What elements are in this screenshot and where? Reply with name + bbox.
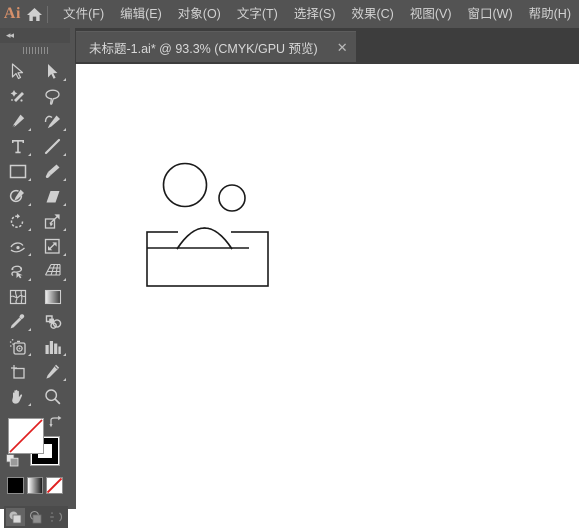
color-mode-button[interactable] xyxy=(7,477,24,494)
grip-icon xyxy=(22,46,48,54)
flyout-indicator xyxy=(28,128,31,131)
menu-item-window[interactable]: 窗口(W) xyxy=(460,0,521,28)
direct-selection-tool[interactable] xyxy=(35,59,70,84)
gradient-tool[interactable] xyxy=(35,284,70,309)
small-circle[interactable] xyxy=(218,184,246,212)
scale-tool[interactable] xyxy=(35,209,70,234)
menu-item-help[interactable]: 帮助(H) xyxy=(521,0,579,28)
line-segment-tool[interactable] xyxy=(35,134,70,159)
menu-item-object[interactable]: 对象(O) xyxy=(170,0,229,28)
collapse-icon: ◂◂ xyxy=(6,30,14,40)
app-logo: Ai xyxy=(3,5,21,22)
lasso-tool[interactable] xyxy=(35,84,70,109)
menu-item-list: 文件(F) 编辑(E) 对象(O) 文字(T) 选择(S) 效果(C) 视图(V… xyxy=(55,0,579,28)
menu-item-file[interactable]: 文件(F) xyxy=(55,0,112,28)
blend-tool[interactable] xyxy=(35,309,70,334)
flyout-indicator xyxy=(63,228,66,231)
flyout-indicator xyxy=(28,178,31,181)
document-tab[interactable]: 未标题-1.ai* @ 93.3% (CMYK/GPU 预览) ✕ xyxy=(76,31,356,62)
fill-color-swatch[interactable] xyxy=(8,418,44,454)
color-controls xyxy=(0,413,70,475)
flyout-indicator xyxy=(63,203,66,206)
magic-wand-tool[interactable] xyxy=(0,84,35,109)
flyout-indicator xyxy=(63,353,66,356)
type-tool[interactable] xyxy=(0,134,35,159)
perspective-grid-tool[interactable] xyxy=(35,259,70,284)
default-colors-icon[interactable] xyxy=(6,454,19,467)
menu-item-effect[interactable]: 效果(C) xyxy=(343,0,401,28)
menu-item-type[interactable]: 文字(T) xyxy=(229,0,286,28)
width-tool[interactable] xyxy=(0,234,35,259)
menu-item-view[interactable]: 视图(V) xyxy=(402,0,460,28)
swap-colors-icon[interactable] xyxy=(49,415,63,429)
document-tab-title: 未标题-1.ai* @ 93.3% (CMYK/GPU 预览) xyxy=(89,41,318,56)
menu-separator xyxy=(47,5,49,23)
selection-tool[interactable] xyxy=(0,59,35,84)
draw-normal-button[interactable] xyxy=(6,508,25,526)
artwork-layer xyxy=(146,162,269,287)
draw-behind-button[interactable] xyxy=(26,508,45,526)
draw-mode-row xyxy=(0,506,70,530)
flyout-indicator xyxy=(63,78,66,81)
free-transform-tool[interactable] xyxy=(35,234,70,259)
illustrator-window: Ai 文件(F) 编辑(E) 对象(O) 文字(T) 选择(S) 效果(C) 视… xyxy=(0,0,579,528)
flyout-indicator xyxy=(63,178,66,181)
flyout-indicator xyxy=(28,403,31,406)
artboard-tool[interactable] xyxy=(0,359,35,384)
column-graph-tool[interactable] xyxy=(35,334,70,359)
curvature-tool[interactable] xyxy=(35,109,70,134)
gradient-mode-button[interactable] xyxy=(26,477,44,494)
collapse-panel-button[interactable]: ◂◂ xyxy=(0,28,70,43)
flyout-indicator xyxy=(28,228,31,231)
flyout-indicator xyxy=(63,253,66,256)
flyout-indicator xyxy=(63,378,66,381)
mesh-tool[interactable] xyxy=(0,284,35,309)
color-mode-row xyxy=(0,477,70,503)
shape-builder-tool[interactable] xyxy=(0,259,35,284)
draw-inside-button[interactable] xyxy=(46,508,65,526)
flyout-indicator xyxy=(28,153,31,156)
eraser-tool[interactable] xyxy=(35,184,70,209)
close-icon[interactable]: ✕ xyxy=(337,41,348,54)
eyedropper-tool[interactable] xyxy=(0,309,35,334)
shaper-tool[interactable] xyxy=(0,184,35,209)
tool-grid xyxy=(0,57,70,409)
flyout-indicator xyxy=(28,253,31,256)
none-mode-button[interactable] xyxy=(46,477,64,494)
large-circle[interactable] xyxy=(162,162,208,208)
flyout-indicator xyxy=(28,203,31,206)
document-canvas[interactable] xyxy=(76,64,579,509)
rectangle-tool[interactable] xyxy=(0,159,35,184)
flyout-indicator xyxy=(63,128,66,131)
flyout-indicator xyxy=(63,278,66,281)
flyout-indicator xyxy=(28,328,31,331)
flyout-indicator xyxy=(63,153,66,156)
main-rectangle[interactable] xyxy=(146,231,269,287)
flyout-indicator xyxy=(28,353,31,356)
fill-none-indicator xyxy=(9,419,43,453)
symbol-sprayer-tool[interactable] xyxy=(0,334,35,359)
pen-tool[interactable] xyxy=(0,109,35,134)
paintbrush-tool[interactable] xyxy=(35,159,70,184)
home-icon[interactable] xyxy=(25,0,45,28)
panel-drag-handle[interactable] xyxy=(0,43,70,57)
tools-panel: ◂◂ xyxy=(0,28,70,528)
menu-item-select[interactable]: 选择(S) xyxy=(286,0,344,28)
document-tab-bar: 未标题-1.ai* @ 93.3% (CMYK/GPU 预览) ✕ xyxy=(75,28,579,64)
flyout-indicator xyxy=(28,278,31,281)
slice-tool[interactable] xyxy=(35,359,70,384)
menu-bar: Ai 文件(F) 编辑(E) 对象(O) 文字(T) 选择(S) 效果(C) 视… xyxy=(0,0,579,28)
hand-tool[interactable] xyxy=(0,384,35,409)
rotate-tool[interactable] xyxy=(0,209,35,234)
menu-item-edit[interactable]: 编辑(E) xyxy=(112,0,170,28)
rect-top-gap-mask xyxy=(178,229,231,234)
zoom-tool[interactable] xyxy=(35,384,70,409)
